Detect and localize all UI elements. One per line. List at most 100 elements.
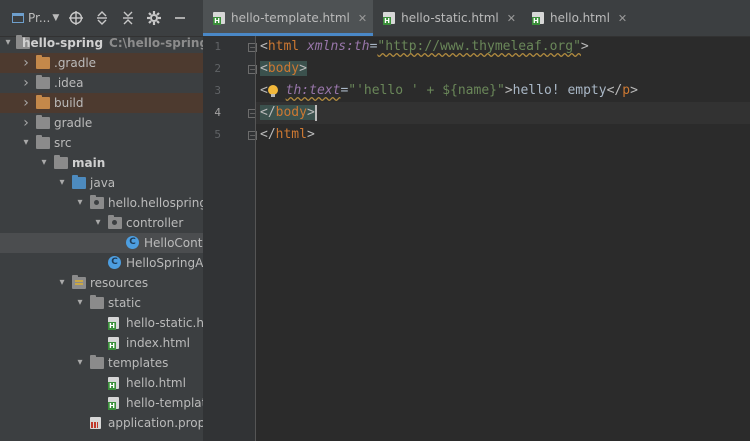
tree-item[interactable]: › .gradle: [0, 53, 203, 73]
tree-item[interactable]: hello.html: [0, 373, 203, 393]
editor-area: hello-template.html✕hello-static.html✕he…: [203, 0, 750, 441]
html-file-icon: [108, 337, 119, 350]
text-caret: [314, 104, 317, 121]
chevron-right-icon[interactable]: ›: [20, 113, 32, 133]
chevron-right-icon[interactable]: ›: [20, 73, 32, 93]
editor-tab[interactable]: hello-template.html ✕: [203, 0, 374, 36]
code-line-text: <body>: [260, 58, 307, 80]
line-number: 2: [214, 62, 221, 75]
editor-tab[interactable]: hello.html ✕: [522, 0, 633, 36]
excluded-folder-icon: [36, 95, 50, 109]
tree-item[interactable]: application.propertie: [0, 413, 203, 433]
tree-item[interactable]: ▾ static: [0, 293, 203, 313]
chevron-down-icon[interactable]: ▾: [2, 33, 14, 53]
locate-icon[interactable]: [67, 9, 85, 27]
code-line[interactable]: < th:text="'hello ' + ${name}">hello! em…: [256, 80, 750, 102]
tree-item[interactable]: C HelloControlle: [0, 233, 203, 253]
tree-item-label: templates: [108, 356, 169, 370]
code-token: body: [267, 61, 300, 76]
tree-item[interactable]: hello-static.html: [0, 313, 203, 333]
chevron-right-icon[interactable]: ›: [20, 93, 32, 113]
tree-item-label: .gradle: [54, 56, 97, 70]
code-token: th:text: [285, 83, 341, 98]
folder-icon: [90, 355, 104, 369]
close-icon[interactable]: ✕: [358, 12, 367, 25]
html-file-icon: [108, 377, 119, 390]
lightbulb-icon[interactable]: [267, 84, 278, 97]
tree-item[interactable]: ▾ templates: [0, 353, 203, 373]
code-token: >: [306, 105, 315, 120]
gear-icon[interactable]: [145, 9, 163, 27]
tree-item-label: gradle: [54, 116, 93, 130]
tree-item[interactable]: › build: [0, 93, 203, 113]
tree-item-label: index.html: [126, 336, 190, 350]
project-panel: Pr... ▼ ▾ hello-spring C:\hello-sprin › …: [0, 0, 203, 441]
tree-item-label: .idea: [54, 76, 84, 90]
project-window-icon: [12, 13, 24, 23]
code-token: </: [606, 83, 623, 98]
code-token: >: [630, 83, 638, 98]
code-token: html: [275, 127, 307, 142]
folder-icon: [36, 115, 50, 129]
tree-item-label: hello-template.ht: [126, 396, 203, 410]
hide-icon[interactable]: [171, 9, 189, 27]
code-token: body: [275, 105, 307, 120]
tree-item[interactable]: ▾ hello.hellospring: [0, 193, 203, 213]
tree-item-label: src: [54, 136, 72, 150]
chevron-down-icon[interactable]: ▾: [38, 153, 50, 173]
line-number: 1: [214, 40, 221, 53]
code-line[interactable]: </html>: [256, 124, 750, 146]
chevron-down-icon[interactable]: ▾: [92, 213, 104, 233]
code-line[interactable]: <body>: [256, 58, 750, 80]
tree-item[interactable]: › gradle: [0, 113, 203, 133]
chevron-right-icon[interactable]: ›: [20, 53, 32, 73]
tree-item[interactable]: ▾ resources: [0, 273, 203, 293]
tree-item[interactable]: ▾ controller: [0, 213, 203, 233]
code-line-text: < th:text="'hello ' + ${name}">hello! em…: [260, 80, 638, 102]
code-token: </: [260, 127, 276, 142]
java-class-icon: C: [108, 256, 121, 269]
properties-file-icon: [90, 417, 101, 429]
editor-tab[interactable]: hello-static.html ✕: [373, 0, 522, 36]
code-token: "http://www.thymeleaf.org": [377, 39, 581, 54]
folder-icon: [36, 135, 50, 149]
chevron-down-icon[interactable]: ▾: [74, 293, 86, 313]
tree-item[interactable]: index.html: [0, 333, 203, 353]
close-icon[interactable]: ✕: [507, 12, 516, 25]
code-line-text: </body>: [260, 102, 317, 124]
close-icon[interactable]: ✕: [618, 12, 627, 25]
project-view-dropdown[interactable]: Pr... ▼: [12, 6, 59, 30]
tree-item[interactable]: hello-template.ht: [0, 393, 203, 413]
tree-item-label: hello.html: [126, 376, 186, 390]
code-token: hello! empty: [512, 83, 607, 98]
code-token: "'hello ' + ${name}": [348, 83, 505, 98]
tree-item-label: hello.hellospring: [108, 196, 203, 210]
chevron-down-icon[interactable]: ▾: [74, 353, 86, 373]
code-line[interactable]: </body>: [256, 102, 750, 124]
line-number: 3: [214, 84, 221, 97]
code-token: >: [306, 127, 315, 142]
html-file-icon: [383, 12, 396, 25]
tree-item[interactable]: ▾ java: [0, 173, 203, 193]
collapse-all-icon[interactable]: [119, 9, 137, 27]
tree-item[interactable]: › .idea: [0, 73, 203, 93]
code-token: </: [260, 105, 276, 120]
chevron-down-icon[interactable]: ▾: [74, 193, 86, 213]
code-token: >: [580, 39, 589, 54]
code-line-text: <html xmlns:th="http://www.thymeleaf.org…: [260, 36, 589, 58]
chevron-down-icon[interactable]: ▾: [56, 273, 68, 293]
chevron-down-icon[interactable]: ▾: [56, 173, 68, 193]
tree-item-label: build: [54, 96, 84, 110]
tree-item[interactable]: C HelloSpringAppli: [0, 253, 203, 273]
code-token: <: [260, 61, 268, 76]
code-line[interactable]: <html xmlns:th="http://www.thymeleaf.org…: [256, 36, 750, 58]
tab-label: hello-static.html: [401, 11, 499, 25]
tree-item[interactable]: ▾ main: [0, 153, 203, 173]
expand-all-icon[interactable]: [93, 9, 111, 27]
code-area[interactable]: <html xmlns:th="http://www.thymeleaf.org…: [256, 36, 750, 441]
tree-item[interactable]: ▾ src: [0, 133, 203, 153]
code-line-text: </html>: [260, 124, 315, 146]
chevron-down-icon[interactable]: ▾: [20, 133, 32, 153]
tree-root[interactable]: ▾ hello-spring C:\hello-spring\he: [0, 33, 203, 53]
